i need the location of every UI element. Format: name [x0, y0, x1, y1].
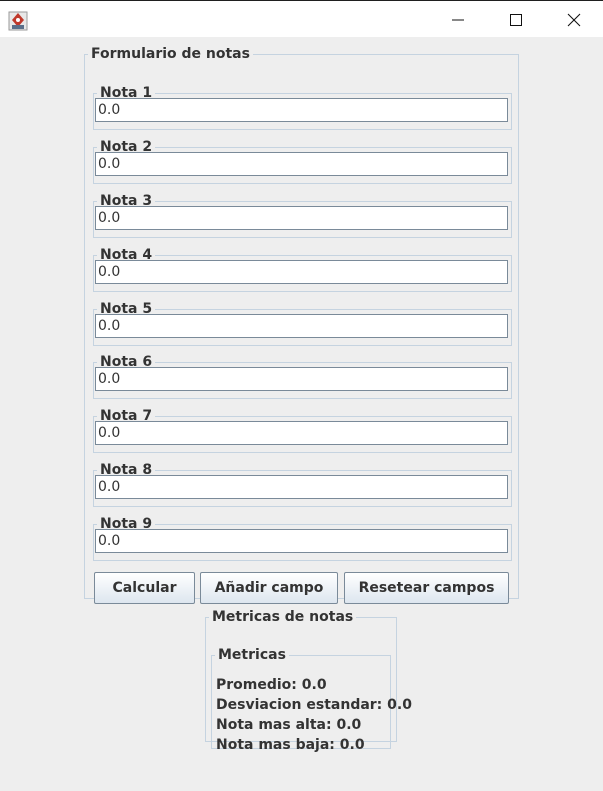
reset-fields-button[interactable]: Resetear campos: [344, 572, 509, 604]
nota-8-group: Nota 8: [93, 462, 512, 507]
nota-3-input[interactable]: [95, 206, 508, 230]
nota-1-input[interactable]: [95, 98, 508, 122]
maximize-icon: [510, 13, 522, 26]
close-button[interactable]: [545, 2, 603, 37]
window-titlebar: [0, 0, 603, 37]
nota-9-group: Nota 9: [93, 516, 512, 561]
minimize-icon: [452, 19, 464, 20]
minimize-button[interactable]: [429, 2, 487, 37]
add-field-button[interactable]: Añadir campo: [200, 572, 338, 604]
nota-1-group: Nota 1: [93, 85, 512, 130]
nota-4-input[interactable]: [95, 260, 508, 284]
nota-8-input[interactable]: [95, 475, 508, 499]
metric-desviacion: Desviacion estandar: 0.0: [216, 697, 412, 713]
nota-9-input[interactable]: [95, 529, 508, 553]
metric-promedio: Promedio: 0.0: [216, 677, 327, 693]
metrics-panel: Metricas de notas Metricas Promedio: 0.0…: [205, 609, 412, 753]
nota-5-input[interactable]: [95, 314, 508, 338]
nota-3-group: Nota 3: [93, 193, 512, 238]
nota-6-group: Nota 6: [93, 354, 512, 399]
nota-2-group: Nota 2: [93, 139, 512, 184]
nota-5-group: Nota 5: [93, 301, 512, 346]
nota-7-group: Nota 7: [93, 408, 512, 453]
metrics-subpanel: Metricas Promedio: 0.0 Desviacion estand…: [211, 647, 412, 753]
java-app-icon: [8, 11, 28, 31]
nota-4-group: Nota 4: [93, 247, 512, 292]
metric-nota-alta: Nota mas alta: 0.0: [216, 717, 362, 733]
calcular-button[interactable]: Calcular: [94, 572, 195, 604]
metrics-title: Metricas de notas: [212, 609, 354, 625]
maximize-button[interactable]: [487, 2, 545, 37]
metric-nota-baja: Nota mas baja: 0.0: [216, 737, 365, 753]
metrics-subtitle: Metricas: [218, 647, 286, 663]
nota-6-input[interactable]: [95, 367, 508, 391]
nota-2-input[interactable]: [95, 152, 508, 176]
form-title: Formulario de notas: [91, 46, 250, 62]
nota-7-input[interactable]: [95, 421, 508, 445]
notes-form-panel: Formulario de notas Nota 1 Nota 2 Nota 3…: [84, 46, 519, 604]
close-icon: [567, 13, 581, 26]
